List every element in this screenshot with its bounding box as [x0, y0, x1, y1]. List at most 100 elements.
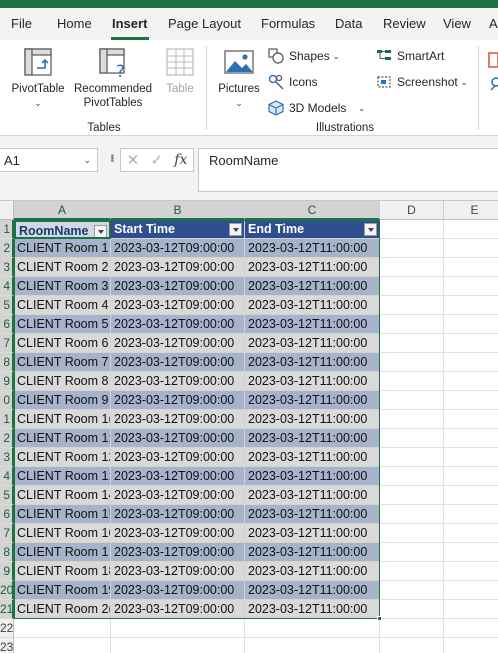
table-cell[interactable]: 2023-03-12T09:00:00 — [111, 543, 245, 562]
empty-cell[interactable] — [444, 429, 498, 448]
row-header[interactable]: 2 — [0, 429, 14, 448]
recommended-pivottables-button[interactable]: ? Recommended PivotTables — [70, 46, 156, 110]
tab-file[interactable]: File — [11, 16, 32, 31]
table-cell[interactable]: 2023-03-12T09:00:00 — [111, 372, 245, 391]
row-header[interactable]: 7 — [0, 524, 14, 543]
table-cell[interactable]: CLIENT Room 1: — [14, 467, 111, 486]
empty-cell[interactable] — [380, 638, 444, 653]
empty-cell[interactable] — [380, 334, 444, 353]
column-header-d[interactable]: D — [380, 201, 444, 220]
table-cell[interactable]: 2023-03-12T11:00:00 — [245, 258, 380, 277]
table-cell[interactable]: 2023-03-12T11:00:00 — [245, 410, 380, 429]
empty-cell[interactable] — [380, 467, 444, 486]
name-box[interactable]: A1 ⌄ — [0, 148, 98, 172]
row-header[interactable]: 6 — [0, 315, 14, 334]
insert-function-icon[interactable]: fx — [174, 152, 187, 168]
row-header[interactable]: 2 — [0, 239, 14, 258]
row-header[interactable]: 6 — [0, 505, 14, 524]
empty-cell[interactable] — [380, 353, 444, 372]
empty-cell[interactable] — [444, 524, 498, 543]
table-cell[interactable]: CLIENT Room 1: — [14, 429, 111, 448]
tab-home[interactable]: Home — [57, 16, 92, 31]
row-header[interactable]: 8 — [0, 353, 14, 372]
empty-cell[interactable] — [444, 239, 498, 258]
table-cell[interactable]: CLIENT Room 9 — [14, 391, 111, 410]
filter-dropdown-icon[interactable] — [364, 223, 377, 236]
table-cell[interactable]: 2023-03-12T09:00:00 — [111, 505, 245, 524]
3d-models-button[interactable]: 3D Models ⌄ — [268, 100, 365, 116]
tab-automate[interactable]: A — [489, 16, 498, 31]
table-cell[interactable]: CLIENT Room 12 — [14, 448, 111, 467]
formula-input[interactable]: RoomName — [198, 148, 498, 192]
table-cell[interactable]: 2023-03-12T11:00:00 — [245, 391, 380, 410]
row-header[interactable]: 22 — [0, 619, 14, 638]
table-cell[interactable]: 2023-03-12T09:00:00 — [111, 448, 245, 467]
empty-cell[interactable] — [380, 486, 444, 505]
empty-cell[interactable] — [380, 239, 444, 258]
fill-handle[interactable] — [377, 616, 382, 621]
empty-cell[interactable] — [380, 543, 444, 562]
empty-cell[interactable] — [14, 638, 111, 653]
table-header-cell[interactable]: RoomName — [14, 220, 111, 239]
column-header-a[interactable]: A — [14, 201, 111, 220]
empty-cell[interactable] — [380, 429, 444, 448]
table-cell[interactable]: CLIENT Room 1 — [14, 239, 111, 258]
table-cell[interactable]: 2023-03-12T11:00:00 — [245, 296, 380, 315]
cancel-icon[interactable]: ✕ — [127, 151, 140, 169]
row-header[interactable]: 7 — [0, 334, 14, 353]
table-cell[interactable]: CLIENT Room 19 — [14, 581, 111, 600]
column-header-e[interactable]: E — [444, 201, 498, 220]
row-header[interactable]: 3 — [0, 258, 14, 277]
empty-cell[interactable] — [444, 543, 498, 562]
table-cell[interactable]: CLIENT Room 6 — [14, 334, 111, 353]
splitter-handle-icon[interactable]: ••• — [106, 154, 117, 162]
empty-cell[interactable] — [380, 619, 444, 638]
table-cell[interactable]: 2023-03-12T11:00:00 — [245, 505, 380, 524]
addins-icon[interactable] — [488, 52, 498, 68]
table-cell[interactable]: 2023-03-12T09:00:00 — [111, 467, 245, 486]
empty-cell[interactable] — [444, 581, 498, 600]
table-cell[interactable]: CLIENT Room 1 — [14, 543, 111, 562]
row-header[interactable]: 5 — [0, 296, 14, 315]
chevron-down-icon[interactable]: ⌄ — [83, 155, 91, 166]
screenshot-button[interactable]: Screenshot ⌄ — [376, 74, 467, 90]
row-header[interactable]: 5 — [0, 486, 14, 505]
table-cell[interactable]: 2023-03-12T11:00:00 — [245, 543, 380, 562]
pivottable-button[interactable]: PivotTable ⌄ — [8, 46, 68, 108]
table-cell[interactable]: CLIENT Room 2( — [14, 600, 111, 619]
row-header[interactable]: 1 — [0, 410, 14, 429]
table-cell[interactable]: 2023-03-12T11:00:00 — [245, 524, 380, 543]
empty-cell[interactable] — [444, 315, 498, 334]
recommended-charts-icon[interactable] — [490, 76, 498, 92]
table-header-cell[interactable]: Start Time — [111, 220, 245, 239]
filter-dropdown-icon[interactable] — [229, 223, 242, 236]
empty-cell[interactable] — [444, 391, 498, 410]
table-cell[interactable]: CLIENT Room 5 — [14, 315, 111, 334]
table-cell[interactable]: 2023-03-12T09:00:00 — [111, 562, 245, 581]
table-cell[interactable]: 2023-03-12T09:00:00 — [111, 353, 245, 372]
table-cell[interactable]: 2023-03-12T11:00:00 — [245, 581, 380, 600]
empty-cell[interactable] — [380, 372, 444, 391]
table-cell[interactable]: 2023-03-12T09:00:00 — [111, 277, 245, 296]
empty-cell[interactable] — [380, 277, 444, 296]
row-header[interactable]: 4 — [0, 277, 14, 296]
table-cell[interactable]: 2023-03-12T09:00:00 — [111, 410, 245, 429]
table-cell[interactable]: 2023-03-12T11:00:00 — [245, 334, 380, 353]
worksheet-grid[interactable]: A B C D E 1 RoomName Start Time End Time 2 CLIENT … — [0, 200, 498, 653]
empty-cell[interactable] — [380, 562, 444, 581]
empty-cell[interactable] — [444, 296, 498, 315]
icons-button[interactable]: Icons — [268, 74, 318, 90]
table-cell[interactable]: 2023-03-12T09:00:00 — [111, 600, 245, 619]
empty-cell[interactable] — [444, 448, 498, 467]
tab-view[interactable]: View — [443, 16, 471, 31]
table-cell[interactable]: CLIENT Room 18 — [14, 562, 111, 581]
empty-cell[interactable] — [380, 448, 444, 467]
table-cell[interactable]: 2023-03-12T09:00:00 — [111, 429, 245, 448]
empty-cell[interactable] — [444, 277, 498, 296]
row-header[interactable]: 3 — [0, 448, 14, 467]
table-cell[interactable]: 2023-03-12T09:00:00 — [111, 315, 245, 334]
table-button[interactable]: Table — [160, 46, 200, 96]
table-cell[interactable]: 2023-03-12T09:00:00 — [111, 524, 245, 543]
tab-formulas[interactable]: Formulas — [261, 16, 315, 31]
empty-cell[interactable] — [444, 505, 498, 524]
